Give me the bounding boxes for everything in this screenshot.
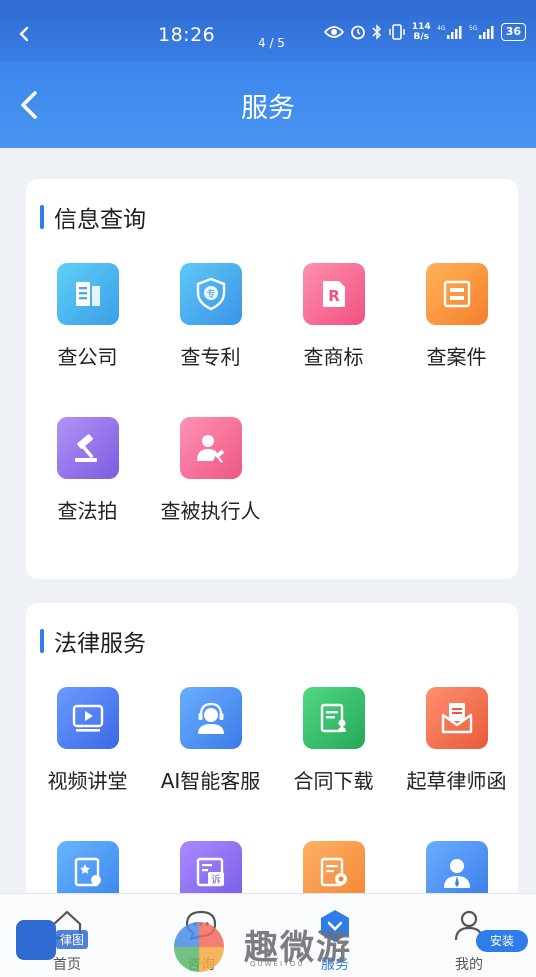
item-label: 视频讲堂	[47, 769, 128, 793]
lawyer-letter-item[interactable]: 起草律师函	[395, 687, 518, 794]
item-label: AI智能客服	[160, 769, 261, 793]
nav-label: 咨询	[187, 957, 215, 973]
video-play-icon	[56, 687, 119, 749]
query-trademark-item[interactable]: R 查商标	[272, 263, 395, 370]
headset-agent-icon	[179, 687, 242, 749]
page-indicator: 4 / 5	[258, 36, 285, 50]
section-title-text: 信息查询	[54, 207, 146, 233]
query-patent-item[interactable]: 专 查专利	[149, 263, 272, 370]
section-accent-bar	[40, 205, 44, 229]
item-label: 起草律师函	[406, 769, 507, 793]
item-label: 查法拍	[57, 499, 118, 523]
page-title: 服务	[241, 93, 295, 124]
section-title-text: 法律服务	[54, 631, 146, 657]
service-hexagon-icon	[321, 910, 349, 942]
query-executed-person-item[interactable]: 查被执行人	[149, 417, 272, 524]
info-query-card: 信息查询 查公司 专 查专利 R 查商标 查案件 查法拍 查被执行人	[26, 179, 518, 579]
eye-icon	[323, 26, 344, 38]
lawyer-letter-icon	[425, 687, 488, 749]
contract-download-item[interactable]: 合同下载	[272, 687, 395, 794]
status-icons: 114 B/s 4G 5G 36	[323, 22, 526, 42]
battery-indicator: 36	[500, 23, 526, 41]
trademark-icon: R	[302, 263, 365, 325]
bluetooth-icon	[372, 24, 381, 40]
patent-shield-icon: 专	[179, 263, 242, 325]
svg-text:R: R	[328, 287, 340, 305]
section-accent-bar	[40, 629, 44, 653]
nav-label: 服务	[321, 957, 349, 973]
section-title: 法律服务	[40, 627, 146, 657]
item-label: 查专利	[180, 345, 241, 369]
query-auction-item[interactable]: 查法拍	[26, 417, 149, 524]
section-title: 信息查询	[40, 203, 146, 233]
svg-text:4G: 4G	[437, 25, 446, 32]
vibrate-icon	[389, 24, 405, 40]
item-label: 合同下载	[293, 769, 374, 793]
status-time: 18:26	[158, 24, 216, 46]
ai-customer-service-item[interactable]: AI智能客服	[149, 687, 272, 794]
signal-4g-icon: 4G	[437, 25, 462, 39]
app-badge-label: 律图	[56, 930, 89, 949]
svg-text:专: 专	[206, 288, 215, 300]
item-label: 查商标	[303, 345, 364, 369]
chat-icon	[185, 910, 217, 941]
install-button[interactable]: 安装	[476, 930, 528, 952]
legal-services-card: 法律服务 视频讲堂 AI智能客服 合同下载 起草律师函 诉	[26, 603, 518, 933]
person-gavel-icon	[179, 417, 242, 479]
alarm-icon	[350, 25, 365, 40]
app-header: 服务	[0, 62, 536, 148]
video-lecture-item[interactable]: 视频讲堂	[26, 687, 149, 794]
building-icon	[56, 263, 119, 325]
svg-text:5G: 5G	[469, 25, 478, 32]
item-label: 查公司	[57, 345, 118, 369]
svg-text:诉: 诉	[211, 873, 221, 886]
query-company-item[interactable]: 查公司	[26, 263, 149, 370]
query-case-item[interactable]: 查案件	[395, 263, 518, 370]
nav-consult[interactable]: 咨询	[134, 894, 268, 977]
case-file-icon	[425, 263, 488, 325]
app-badge-icon[interactable]	[16, 920, 56, 960]
contract-download-icon	[302, 687, 365, 749]
gavel-icon	[56, 417, 119, 479]
nav-service[interactable]: 服务	[268, 894, 402, 977]
item-label: 查案件	[426, 345, 487, 369]
nav-label: 我的	[455, 957, 483, 973]
item-label: 查被执行人	[160, 499, 261, 523]
network-speed: 114 B/s	[411, 22, 431, 42]
status-bar: 18:26 4 / 5 114 B/s 4G 5G 36	[0, 0, 536, 62]
signal-5g-icon: 5G	[469, 25, 494, 39]
chevron-left-icon[interactable]	[16, 26, 32, 42]
